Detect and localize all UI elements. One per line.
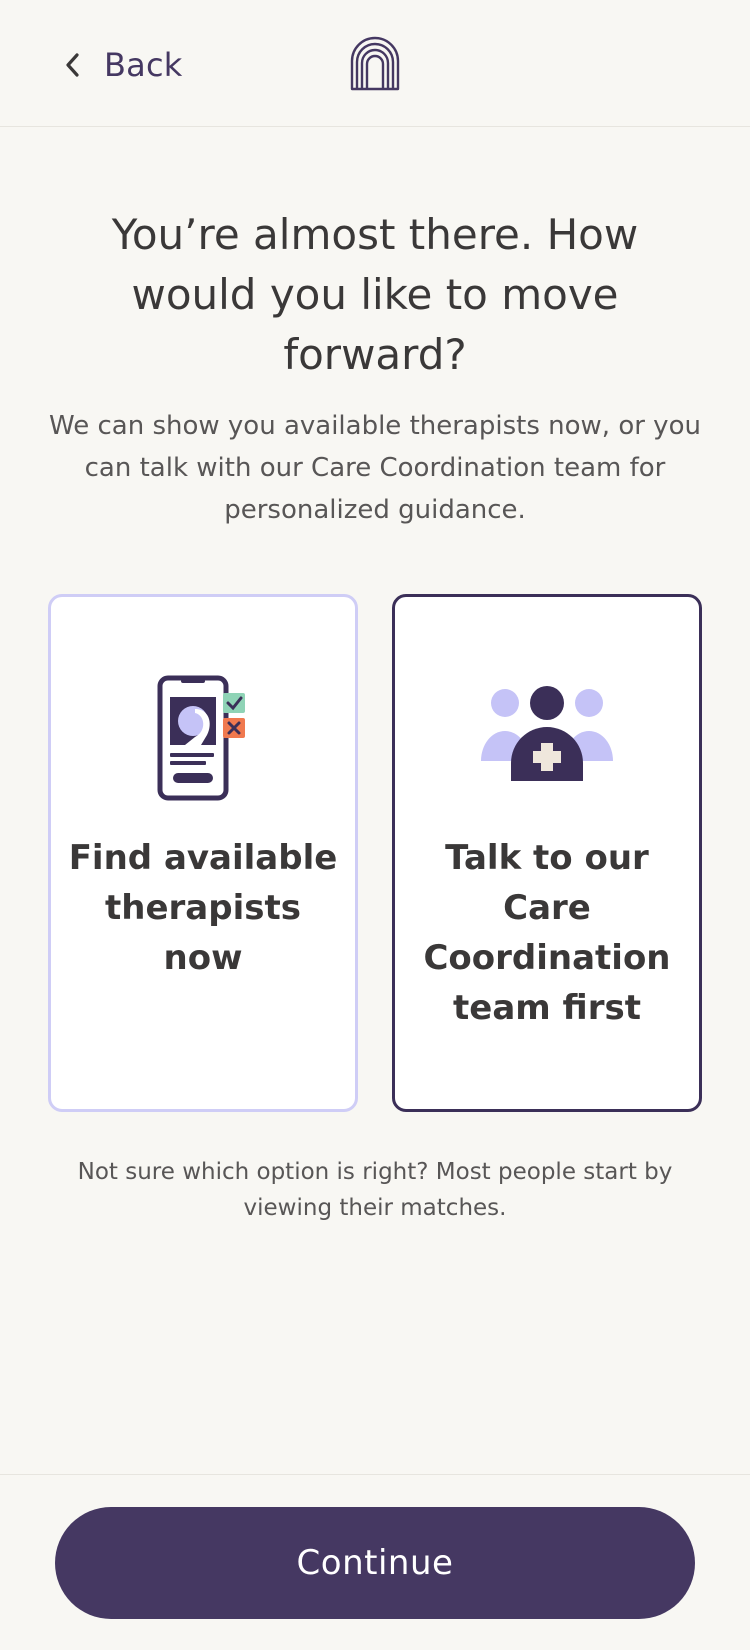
back-button[interactable]: Back	[62, 40, 183, 90]
continue-button[interactable]: Continue	[55, 1507, 695, 1619]
option-card-find-therapists[interactable]: Find available therapists now	[48, 594, 358, 1112]
option-cards: Find available therapists now Talk to ou…	[48, 594, 702, 1112]
helper-hint: Not sure which option is right? Most peo…	[77, 1159, 673, 1221]
page-title: You’re almost there. How would you like …	[111, 210, 639, 379]
option-label: Find available therapists now	[68, 838, 338, 978]
arch-logo-icon	[348, 35, 402, 97]
bottom-bar: Continue	[0, 1474, 750, 1650]
option-card-care-coordination[interactable]: Talk to our Care Coordination team first	[392, 594, 702, 1112]
phone-match-icon	[155, 673, 251, 809]
back-label: Back	[104, 46, 183, 84]
chevron-left-icon	[62, 51, 82, 79]
option-label: Talk to our Care Coordination team first	[423, 838, 671, 1028]
main-content: You’re almost there. How would you like …	[0, 127, 750, 1221]
care-team-icon	[481, 685, 613, 785]
top-bar: Back	[0, 0, 750, 127]
page-subtitle: We can show you available therapists now…	[49, 411, 701, 525]
